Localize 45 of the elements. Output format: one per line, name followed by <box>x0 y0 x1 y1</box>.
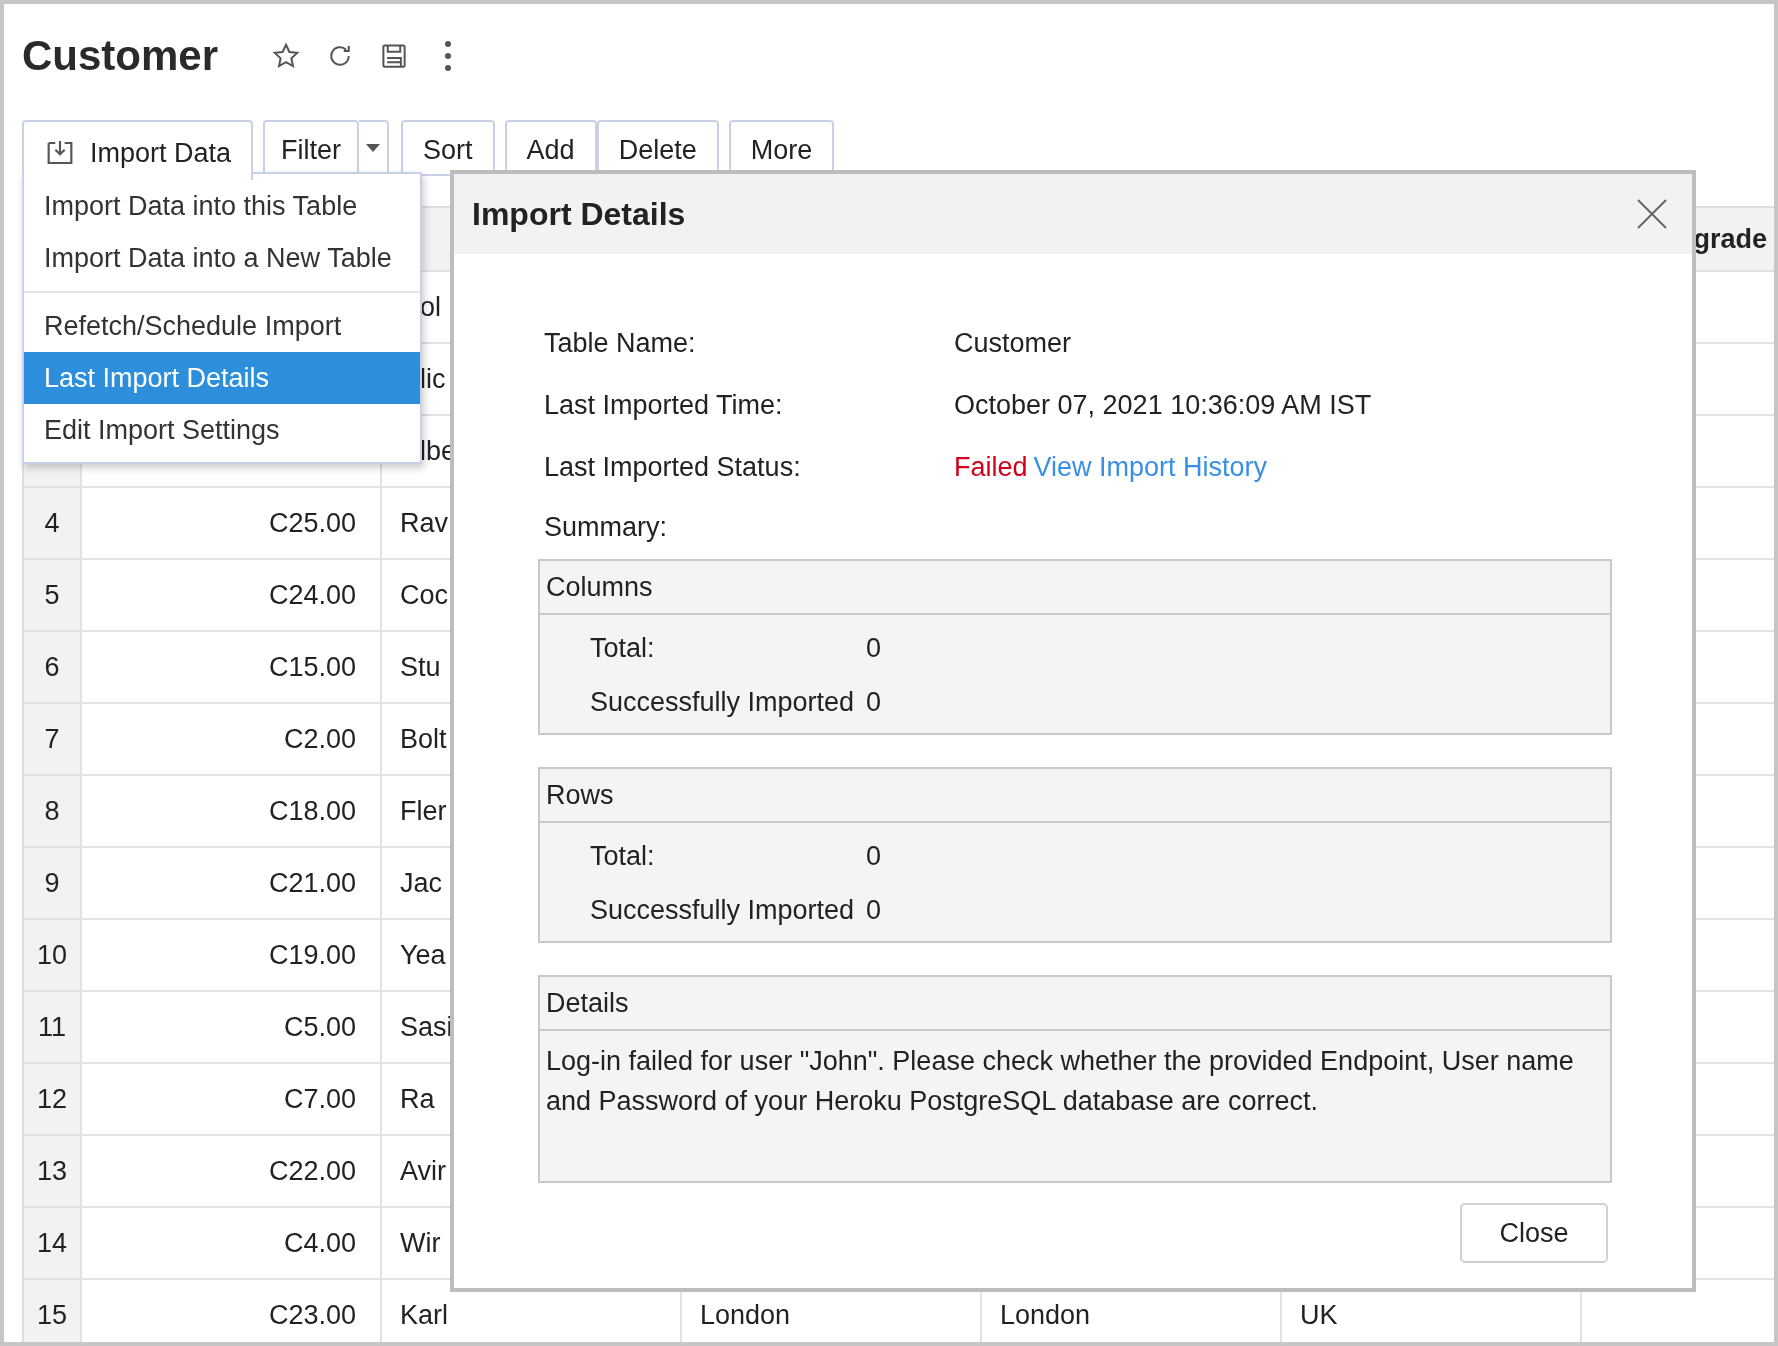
table-cell: C25.00 <box>82 488 382 560</box>
menu-item[interactable]: Import Data into a New Table <box>24 232 420 284</box>
count-value: 0 <box>866 632 883 664</box>
close-button[interactable]: Close <box>1460 1203 1608 1263</box>
menu-item[interactable]: Edit Import Settings <box>24 404 420 456</box>
menu-item[interactable]: Import Data into this Table <box>24 180 420 232</box>
row-number: 5 <box>24 560 82 632</box>
row-number: 6 <box>24 632 82 704</box>
menu-item[interactable]: Refetch/Schedule Import <box>24 300 420 352</box>
field-value: October 07, 2021 10:36:09 AM IST <box>954 389 1373 421</box>
status-value: Failed <box>954 451 1028 482</box>
table-cell: C22.00 <box>82 1136 382 1208</box>
dialog-title: Import Details <box>472 195 686 233</box>
table-cell: C4.00 <box>82 1208 382 1280</box>
row-number: 10 <box>24 920 82 992</box>
table-cell: C19.00 <box>82 920 382 992</box>
table-cell: C5.00 <box>82 992 382 1064</box>
panel-title: Columns <box>540 561 1610 615</box>
page-title: Customer <box>22 32 219 80</box>
row-number: 12 <box>24 1064 82 1136</box>
count-value: 0 <box>866 686 883 718</box>
toolbar-button[interactable]: Sort <box>401 120 495 176</box>
row-number: 9 <box>24 848 82 920</box>
count-label: Total: <box>590 632 656 664</box>
row-number: 15 <box>24 1280 82 1342</box>
row-number: 8 <box>24 776 82 848</box>
count-value: 0 <box>866 894 883 926</box>
table-cell: C7.00 <box>82 1064 382 1136</box>
row-number: 11 <box>24 992 82 1064</box>
caret-icon <box>366 144 381 152</box>
row-number: 14 <box>24 1208 82 1280</box>
row-number: 4 <box>24 488 82 560</box>
table-cell: C2.00 <box>82 704 382 776</box>
summary-label: Summary: <box>544 512 669 543</box>
table-cell: C15.00 <box>82 632 382 704</box>
field-value: Customer <box>954 327 1073 359</box>
toolbar-button[interactable]: Import Data <box>22 120 254 180</box>
table-cell: C21.00 <box>82 848 382 920</box>
panel-title: Details <box>540 977 1610 1031</box>
row-number: 7 <box>24 704 82 776</box>
count-value: 0 <box>866 840 883 872</box>
table-cell: C24.00 <box>82 560 382 632</box>
row-number: 13 <box>24 1136 82 1208</box>
panel-title: Rows <box>540 769 1610 823</box>
table-cell: C18.00 <box>82 776 382 848</box>
